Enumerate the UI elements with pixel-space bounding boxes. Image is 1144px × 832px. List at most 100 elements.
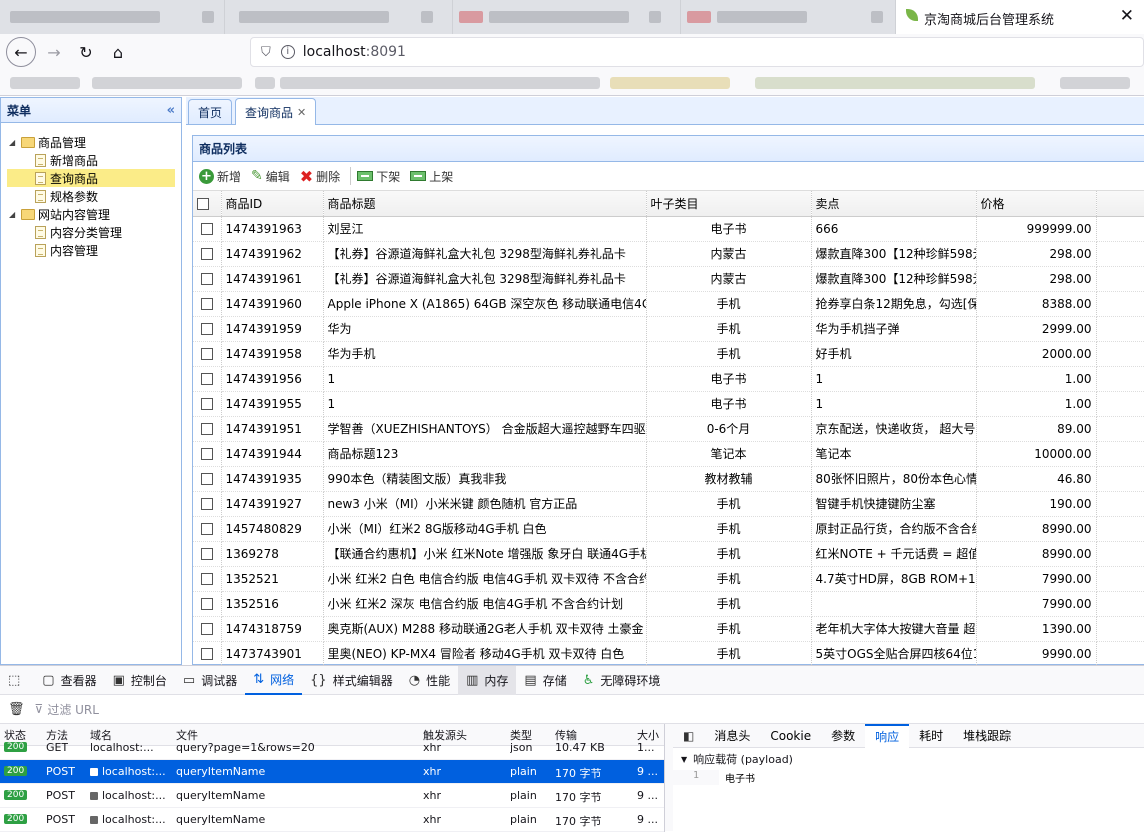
row-checkbox-cell[interactable] — [193, 641, 222, 667]
row-checkbox-cell[interactable] — [193, 466, 222, 492]
element-picker-icon[interactable]: ⬚ — [0, 666, 34, 695]
tab-memory[interactable]: ▥ 内存 — [458, 665, 517, 695]
collapse-triangle-icon[interactable]: ▼ — [681, 755, 687, 764]
row-checkbox-cell[interactable] — [193, 616, 222, 642]
row-checkbox[interactable] — [200, 523, 213, 535]
row-checkbox[interactable] — [200, 348, 213, 360]
table-row[interactable]: 1474391963 刘昱江 电子书 666 999999.00 — [193, 216, 1144, 242]
row-checkbox-cell[interactable] — [193, 291, 222, 317]
row-checkbox-cell[interactable] — [193, 591, 222, 617]
row-checkbox[interactable] — [200, 548, 213, 560]
row-checkbox-cell[interactable] — [193, 441, 222, 467]
network-request-row[interactable]: 200 POST localhost:... queryItemName xhr plai… — [0, 784, 664, 808]
row-checkbox[interactable] — [200, 373, 213, 385]
tab-inspector[interactable]: ▢ 查看器 — [34, 666, 104, 695]
row-checkbox[interactable] — [200, 473, 213, 485]
trash-icon[interactable]: 🗑 — [8, 702, 25, 717]
forward-arrow-icon[interactable]: → — [40, 38, 68, 66]
add-button[interactable]: + 新增 — [199, 168, 241, 185]
close-tab-icon[interactable]: ✕ — [1120, 6, 1134, 26]
row-checkbox-cell[interactable] — [193, 391, 222, 417]
expand-triangle-icon[interactable]: ◢ — [9, 138, 21, 147]
row-checkbox[interactable] — [200, 448, 213, 460]
row-checkbox[interactable] — [200, 648, 213, 660]
table-row[interactable]: 1474391935 990本色（精装图文版）真我非我 教材教辅 80张怀旧照片，80… — [193, 466, 1144, 492]
table-row[interactable]: 1352521 小米 红米2 白色 电信合约版 电信4G手机 双卡双待 不含合约手… — [193, 566, 1144, 592]
row-checkbox-cell[interactable] — [193, 541, 222, 567]
offshelf-button[interactable]: 下架 — [357, 168, 400, 185]
table-row[interactable]: 1457480829 小米（MI）红米2 8G版移动4G手机 白色 手机 原封正品行货… — [193, 516, 1144, 542]
row-checkbox[interactable] — [200, 598, 213, 610]
row-checkbox[interactable] — [200, 573, 213, 585]
table-row[interactable]: 1474391962 【礼券】谷源道海鲜礼盒大礼包 3298型海鲜礼券礼品卡 内蒙古… — [193, 241, 1144, 267]
sidebar-item-add-product[interactable]: 新增商品 — [1, 151, 181, 169]
row-checkbox-cell[interactable] — [193, 416, 222, 442]
tab-timings[interactable]: 耗时 — [909, 724, 953, 748]
table-row[interactable]: 1474318759 奥克斯(AUX) M288 移动联通2G老人手机 双卡双待 … — [193, 616, 1144, 642]
tab-accessibility[interactable]: ♿ 无障碍环境 — [575, 666, 669, 695]
tab-response[interactable]: 响应 — [865, 723, 910, 748]
tab-stack-trace[interactable]: 堆栈跟踪 — [953, 724, 1021, 748]
table-row[interactable]: 1369278 【联通合约惠机】小米 红米Note 增强版 象牙白 联通4G手机手… — [193, 541, 1144, 567]
network-request-row[interactable]: 200 POST localhost:... queryItemName xhr plai… — [0, 808, 664, 832]
tab-params[interactable]: 参数 — [821, 724, 865, 748]
info-icon[interactable]: i — [280, 45, 295, 59]
tab-query-product[interactable]: 查询商品 ✕ — [235, 98, 317, 125]
tab-headers[interactable]: 消息头 — [704, 724, 760, 748]
tab-debugger[interactable]: ▭ 调试器 — [175, 666, 245, 695]
row-checkbox-cell[interactable] — [193, 366, 222, 392]
browser-tab[interactable] — [225, 0, 453, 34]
column-header-price[interactable]: 价格 — [976, 191, 1097, 217]
close-tab-icon[interactable]: ✕ — [297, 106, 306, 119]
row-checkbox[interactable] — [200, 323, 213, 335]
tab-storage[interactable]: ▤ 存储 — [516, 666, 574, 695]
collapse-double-chevron-icon[interactable]: « — [167, 103, 175, 118]
tab-performance[interactable]: ◔ 性能 — [401, 666, 458, 695]
select-all-checkbox[interactable] — [197, 197, 209, 210]
row-checkbox-cell[interactable] — [193, 216, 222, 242]
row-checkbox-cell[interactable] — [193, 316, 222, 342]
row-checkbox-cell[interactable] — [193, 491, 222, 517]
tree-group-site-content[interactable]: ◢ 网站内容管理 — [1, 205, 181, 223]
tree-group-product-management[interactable]: ◢ 商品管理 — [1, 133, 181, 151]
browser-tab-active[interactable]: 京淘商城后台管理系统 ✕ — [896, 0, 1144, 34]
column-header-id[interactable]: 商品ID — [221, 191, 324, 217]
sidebar-item-content-category[interactable]: 内容分类管理 — [1, 223, 181, 241]
row-checkbox[interactable] — [200, 398, 213, 410]
sidebar-item-query-product[interactable]: 查询商品 — [7, 169, 175, 187]
table-row[interactable]: 1352516 小米 红米2 深灰 电信合约版 电信4G手机 不含合约计划 手机 79… — [193, 591, 1144, 617]
onshelf-button[interactable]: 上架 — [410, 168, 453, 185]
row-checkbox-cell[interactable] — [193, 241, 222, 267]
row-checkbox-cell[interactable] — [193, 566, 222, 592]
table-row[interactable]: 1474391958 华为手机 手机 好手机 2000.00 — [193, 341, 1144, 367]
row-checkbox[interactable] — [200, 498, 213, 510]
table-row[interactable]: 1474391944 商品标题123 笔记本 笔记本 10000.00 — [193, 441, 1144, 467]
back-arrow-icon[interactable]: ← — [6, 37, 36, 67]
table-row[interactable]: 1474391960 Apple iPhone X (A1865) 64GB 深空… — [193, 291, 1144, 317]
browser-tab[interactable] — [681, 0, 896, 34]
table-row[interactable]: 1474391927 new3 小米（MI）小米米键 颜色随机 官方正品 手机 智键手… — [193, 491, 1144, 517]
row-checkbox-cell[interactable] — [193, 516, 222, 542]
sidebar-item-content-management[interactable]: 内容管理 — [1, 241, 181, 259]
table-row[interactable]: 1474391955 1 电子书 1 1.00 — [193, 391, 1144, 417]
row-checkbox[interactable] — [200, 223, 213, 235]
column-header-sellpoint[interactable]: 卖点 — [811, 191, 977, 217]
browser-tab[interactable] — [453, 0, 681, 34]
table-row[interactable]: 1474391951 学智善（XUEZHISHANTOYS） 合金版超大遥控越野车… — [193, 416, 1144, 442]
tab-console[interactable]: ▣ 控制台 — [105, 666, 175, 695]
reload-icon[interactable]: ↻ — [72, 38, 100, 66]
row-checkbox[interactable] — [200, 273, 213, 285]
network-request-row[interactable]: 200 GET localhost:... query?page=1&rows=20 x… — [0, 736, 664, 760]
shield-icon[interactable]: ⛉ — [261, 45, 271, 60]
row-checkbox[interactable] — [200, 298, 213, 310]
column-header-title[interactable]: 商品标题 — [323, 191, 647, 217]
table-row[interactable]: 1474391956 1 电子书 1 1.00 — [193, 366, 1144, 392]
table-row[interactable]: 1473743901 里奥(NEO) KP-MX4 冒险者 移动4G手机 双卡双待… — [193, 641, 1144, 667]
table-row[interactable]: 1474391959 华为 手机 华为手机挡子弹 2999.00 — [193, 316, 1144, 342]
tab-home[interactable]: 首页 — [188, 99, 233, 124]
tab-cookie[interactable]: Cookie — [760, 724, 821, 748]
filter-url-input[interactable]: 过滤 URL — [47, 701, 99, 718]
edit-button[interactable]: ✎ 编辑 — [251, 168, 290, 185]
delete-button[interactable]: ✖ 删除 — [300, 167, 340, 186]
row-checkbox-cell[interactable] — [193, 266, 222, 292]
